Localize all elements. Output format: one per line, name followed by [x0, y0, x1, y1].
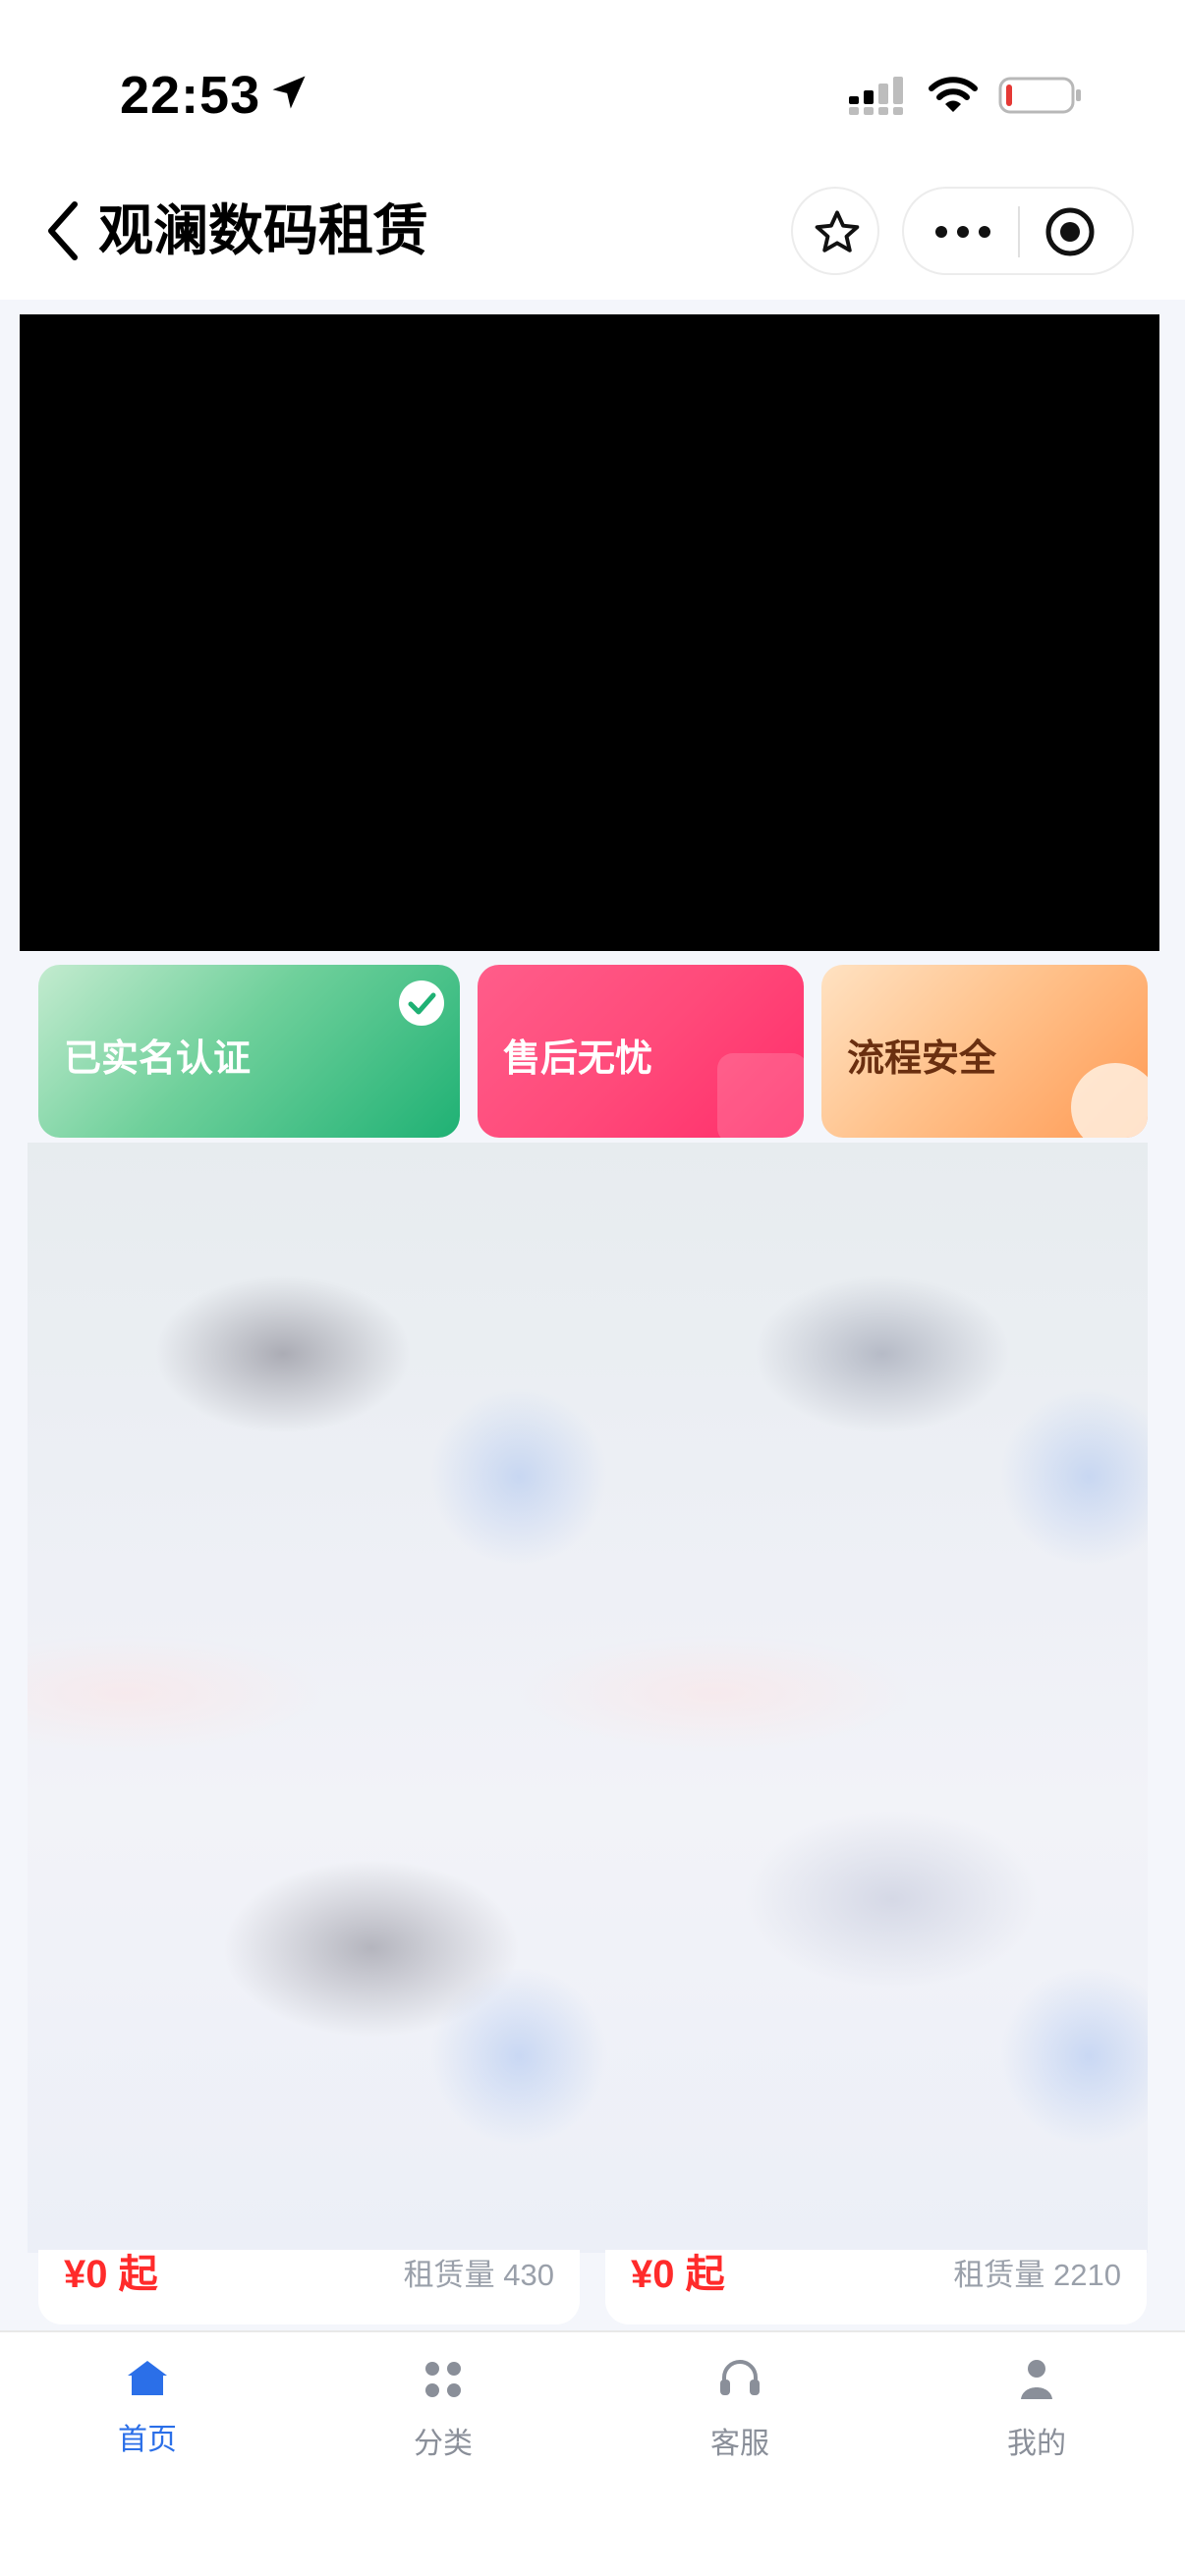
more-dots-icon[interactable]	[933, 222, 992, 242]
status-time: 22:53	[120, 66, 261, 125]
product-card[interactable]: ¥0 起 租赁量 430	[38, 2250, 580, 2324]
feature-label: 售后无忧	[503, 1038, 653, 1080]
tab-label: 客服	[710, 2428, 769, 2460]
profile-icon	[1021, 2360, 1052, 2399]
favorite-button[interactable]	[791, 187, 879, 275]
back-chevron-icon[interactable]	[41, 196, 86, 265]
battery-low-icon	[998, 77, 1081, 114]
page-title: 观澜数码租赁	[98, 199, 428, 261]
feature-label: 流程安全	[847, 1038, 997, 1080]
tab-label: 我的	[1007, 2428, 1066, 2460]
capsule-divider	[1018, 206, 1020, 257]
headset-icon	[720, 2360, 760, 2395]
tab-label: 首页	[118, 2424, 177, 2456]
status-bar: 22:53	[0, 0, 1185, 177]
location-arrow-icon	[272, 76, 306, 109]
tab-label: 分类	[414, 2428, 473, 2460]
feature-label: 已实名认证	[64, 1038, 252, 1080]
check-icon	[399, 980, 444, 1026]
product-price: ¥0 起	[631, 2253, 725, 2296]
tab-profile[interactable]: 我的	[948, 2358, 1125, 2476]
feature-verified[interactable]: 已实名认证	[38, 965, 460, 1138]
home-icon	[128, 2361, 167, 2395]
category-grid-icon	[425, 2362, 461, 2397]
blurred-product-images	[28, 1143, 1148, 2253]
product-grid[interactable]	[28, 1143, 1148, 2253]
product-card[interactable]: ¥0 起 租赁量 2210	[605, 2250, 1147, 2324]
star-icon	[815, 210, 860, 252]
tab-service[interactable]: 客服	[651, 2358, 828, 2476]
decorative-square	[717, 1053, 804, 1138]
cellular-signal-icon	[849, 77, 903, 115]
banner[interactable]	[20, 314, 1159, 951]
wifi-icon	[929, 77, 978, 112]
feature-safe-process[interactable]: 流程安全	[821, 965, 1148, 1138]
decorative-circle	[1071, 1063, 1148, 1138]
product-price: ¥0 起	[64, 2253, 158, 2296]
tab-bar: 首页 分类 客服 我的	[0, 2330, 1185, 2576]
target-icon[interactable]	[1044, 205, 1097, 258]
tab-home[interactable]: 首页	[59, 2358, 236, 2476]
product-rent-count: 租赁量 2210	[953, 2258, 1121, 2292]
tab-category[interactable]: 分类	[355, 2358, 532, 2476]
miniapp-capsule	[902, 187, 1134, 275]
product-rent-count: 租赁量 430	[403, 2258, 554, 2292]
feature-after-sales[interactable]: 售后无忧	[478, 965, 804, 1138]
